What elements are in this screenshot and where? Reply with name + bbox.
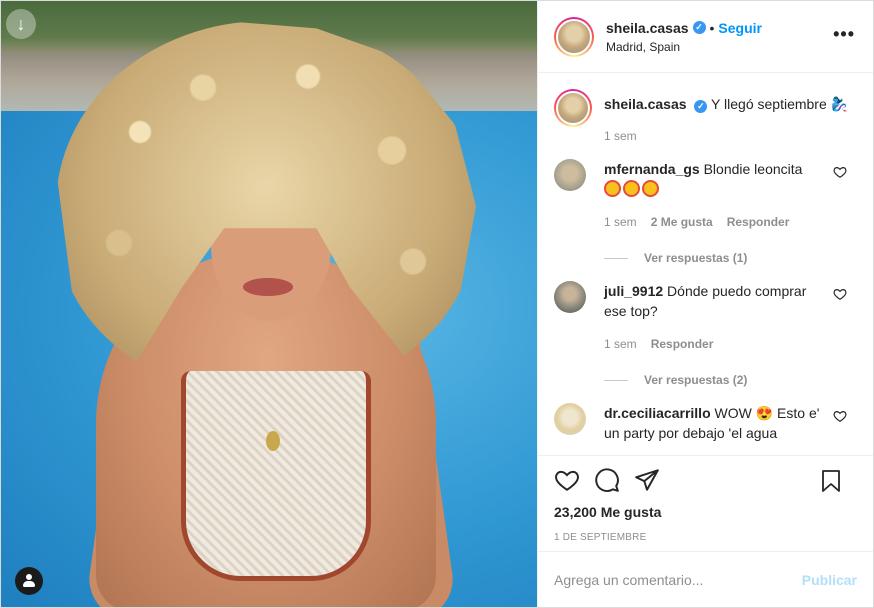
lips [243,278,293,296]
verified-badge-icon: ✓ [694,100,708,113]
comment-like-heart-icon[interactable] [833,409,847,423]
comment-text: Blondie leoncita [703,161,803,177]
crochet-top [181,371,371,581]
comments-list[interactable]: sheila.casas ✓ Y llegó septiembre 🧞‍♀️ 1… [538,73,873,455]
add-comment-form: Agrega un comentario... Publicar [538,551,873,607]
caption-text: Y llegó septiembre 🧞‍♀️ [711,96,849,112]
caption: sheila.casas ✓ Y llegó septiembre 🧞‍♀️ 1… [554,89,857,143]
comment-item: dr.ceciliacarrillo WOW 😍 Esto e' un part… [554,403,857,443]
reply-button[interactable]: Responder [651,337,714,351]
view-replies-label: Ver respuestas (1) [644,251,748,265]
location-link[interactable]: Madrid, Spain [606,40,762,54]
comment-username[interactable]: mfernanda_gs [604,161,700,177]
publish-button[interactable]: Publicar [802,572,857,588]
view-replies-button[interactable]: Ver respuestas (2) [604,373,830,387]
comment-like-heart-icon[interactable] [833,287,847,301]
verified-badge-icon: ✓ [692,21,706,34]
caption-username[interactable]: sheila.casas [604,96,687,112]
heart-eyes-emoji-icon [623,180,640,197]
caption-time[interactable]: 1 sem [604,129,637,143]
avatar[interactable] [554,403,586,435]
header-username[interactable]: sheila.casas [606,20,689,36]
comment-username[interactable]: dr.ceciliacarrillo [604,405,711,421]
comment-icon[interactable] [594,467,620,493]
comment-likes[interactable]: 2 Me gusta [651,215,713,229]
view-replies-button[interactable]: Ver respuestas (1) [604,251,830,265]
post-photo[interactable]: ↓ [1,1,537,607]
comment-input[interactable]: Agrega un comentario... [554,572,703,588]
instagram-post-modal: ↓ sheila.casas ✓ • Seguir Madrid, Spain … [0,0,874,608]
more-options-icon[interactable]: ••• [833,25,855,43]
post-side-panel: sheila.casas ✓ • Seguir Madrid, Spain ••… [537,1,873,607]
comment-like-heart-icon[interactable] [833,165,847,179]
necklace-pendant [266,431,280,451]
heart-eyes-emoji-icon [604,180,621,197]
post-date[interactable]: 1 DE SEPTIEMBRE [554,532,857,543]
separator-dot: • [709,19,715,36]
action-bar: 23,200 Me gusta 1 DE SEPTIEMBRE [538,455,873,551]
user-tag-icon[interactable] [15,567,43,595]
avatar[interactable] [554,89,592,127]
bookmark-icon[interactable] [819,468,843,494]
avatar[interactable] [554,159,586,191]
comment-time[interactable]: 1 sem [604,215,637,229]
view-replies-label: Ver respuestas (2) [644,373,748,387]
comment-item: juli_9912 Dónde puedo comprar ese top? 1… [554,281,857,387]
avatar[interactable] [554,16,594,57]
share-icon[interactable] [634,467,660,493]
heart-eyes-emoji-icon [642,180,659,197]
reply-button[interactable]: Responder [727,215,790,229]
avatar[interactable] [554,281,586,313]
follow-button[interactable]: Seguir [718,20,762,36]
likes-count[interactable]: 23,200 Me gusta [554,504,857,520]
comment-time[interactable]: 1 sem [604,337,637,351]
comment-item: mfernanda_gs Blondie leoncita 1 sem 2 Me… [554,159,857,265]
download-icon[interactable]: ↓ [6,9,36,39]
heart-icon[interactable] [554,467,580,493]
post-header: sheila.casas ✓ • Seguir Madrid, Spain ••… [538,1,873,73]
comment-username[interactable]: juli_9912 [604,283,663,299]
